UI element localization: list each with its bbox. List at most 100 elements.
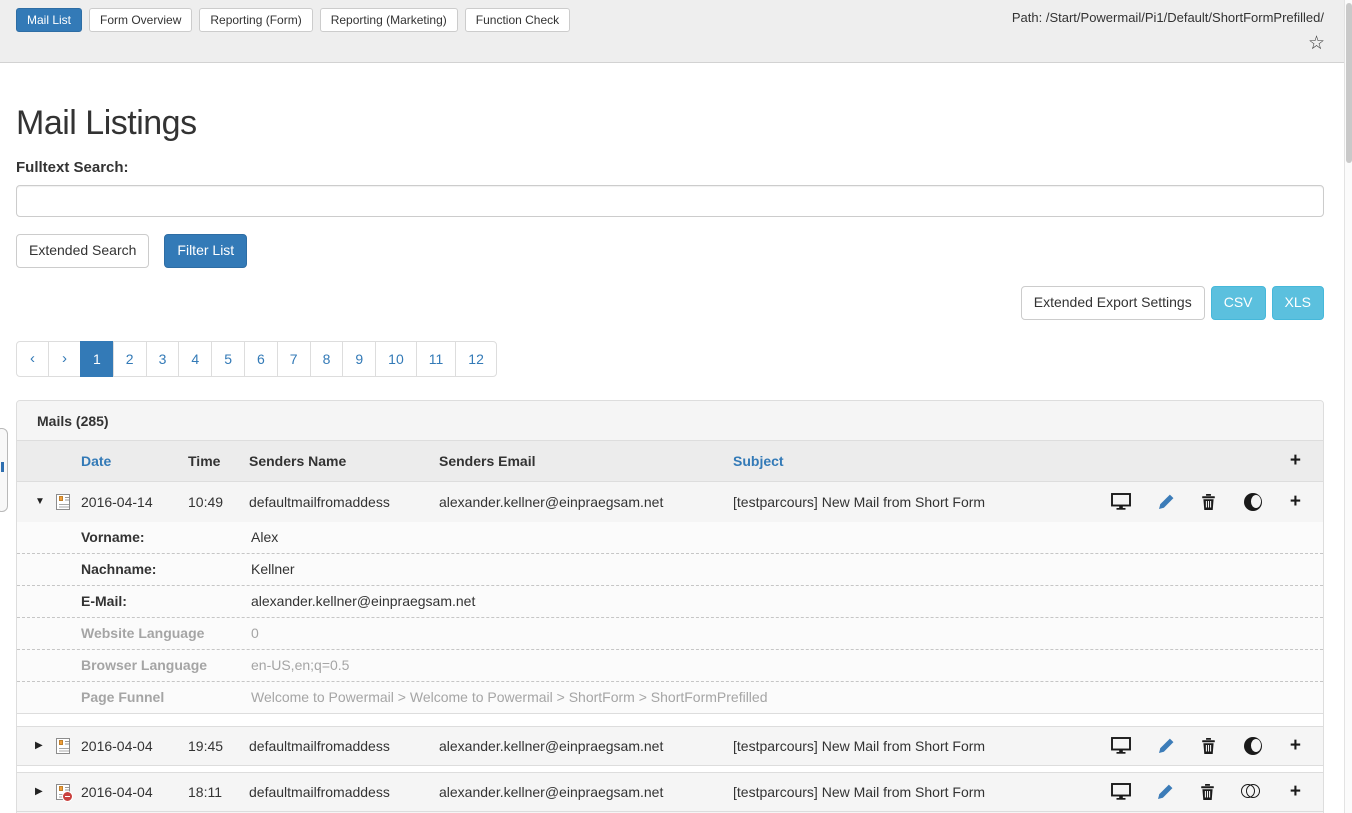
- delete-trash-icon[interactable]: [1201, 784, 1214, 800]
- pagination-page-12[interactable]: 12: [455, 341, 497, 377]
- add-to-export-icon[interactable]: +: [1290, 782, 1301, 801]
- mail-date: 2016-04-04: [81, 738, 188, 754]
- detail-value: en-US,en;q=0.5: [251, 657, 1323, 673]
- pagination: ‹ › 1 2 3 4 5 6 7 8 9 10 11 12: [16, 341, 497, 377]
- pagination-page-3[interactable]: 3: [146, 341, 180, 377]
- mail-sender-name: defaultmailfromaddess: [249, 784, 439, 800]
- export-buttons-row: Extended Export Settings CSV XLS: [16, 286, 1324, 320]
- tab-reporting-form[interactable]: Reporting (Form): [199, 8, 312, 32]
- pagination-page-5[interactable]: 5: [211, 341, 245, 377]
- detail-value: 0: [251, 625, 1323, 641]
- detail-row: Page Funnel Welcome to Powermail > Welco…: [17, 682, 1323, 714]
- mail-listings-content: Mail Listings Fulltext Search: Extended …: [0, 104, 1352, 813]
- mail-time: 19:45: [188, 738, 249, 754]
- pagination-page-9[interactable]: 9: [342, 341, 376, 377]
- mail-sender-email: alexander.kellner@einpraegsam.net: [439, 494, 733, 510]
- pagination-page-2[interactable]: 2: [113, 341, 147, 377]
- expand-row-icon[interactable]: ▶: [35, 740, 56, 751]
- pagination-page-10[interactable]: 10: [375, 341, 417, 377]
- fulltext-search-input[interactable]: [16, 185, 1324, 217]
- delete-trash-icon[interactable]: [1202, 738, 1215, 754]
- column-header-date[interactable]: Date: [81, 453, 188, 469]
- page-path: Path: /Start/Powermail/Pi1/Default/Short…: [1012, 10, 1324, 25]
- detail-value: alexander.kellner@einpraegsam.net: [251, 593, 1323, 609]
- table-row: ▼ 2016-04-14 10:49 defaultmailfromaddess…: [17, 482, 1323, 522]
- pagination-prev-icon[interactable]: ‹: [16, 341, 49, 377]
- pagetree-toggle-handle[interactable]: [0, 428, 8, 512]
- mails-panel-title: Mails (285): [17, 401, 1323, 441]
- mail-time: 10:49: [188, 494, 249, 510]
- mails-panel: Mails (285) Date Time Senders Name Sende…: [16, 400, 1324, 813]
- delete-trash-icon[interactable]: [1202, 494, 1215, 510]
- detail-value: Welcome to Powermail > Welcome to Powerm…: [251, 689, 1323, 705]
- visibility-toggle-icon[interactable]: [1244, 493, 1262, 511]
- vertical-scrollbar: [1344, 0, 1352, 813]
- tab-form-overview[interactable]: Form Overview: [89, 8, 192, 32]
- pagination-page-8[interactable]: 8: [310, 341, 344, 377]
- tab-reporting-marketing[interactable]: Reporting (Marketing): [320, 8, 458, 32]
- csv-export-button[interactable]: CSV: [1211, 286, 1266, 320]
- fulltext-search-label: Fulltext Search:: [16, 159, 1324, 176]
- hidden-overlay-icon: [62, 791, 73, 802]
- edit-pencil-icon[interactable]: [1159, 494, 1174, 509]
- mail-sender-email: alexander.kellner@einpraegsam.net: [439, 738, 733, 754]
- table-header-row: Date Time Senders Name Senders Email Sub…: [17, 441, 1323, 482]
- table-row: ▶ 2016-04-04 19:45 defaultmailfromaddess…: [17, 726, 1323, 766]
- module-topbar: Mail List Form Overview Reporting (Form)…: [0, 0, 1352, 63]
- edit-pencil-icon[interactable]: [1159, 738, 1174, 753]
- edit-pencil-icon[interactable]: [1158, 784, 1173, 799]
- tab-function-check[interactable]: Function Check: [465, 8, 570, 32]
- row-spacer: [17, 714, 1323, 726]
- mail-date: 2016-04-14: [81, 494, 188, 510]
- pagination-page-6[interactable]: 6: [244, 341, 278, 377]
- add-column-icon[interactable]: +: [1290, 451, 1301, 470]
- mail-date: 2016-04-04: [81, 784, 188, 800]
- add-to-export-icon[interactable]: +: [1290, 736, 1301, 755]
- add-to-export-icon[interactable]: +: [1290, 492, 1301, 511]
- detail-row: Website Language 0: [17, 618, 1323, 650]
- filter-list-button[interactable]: Filter List: [164, 234, 247, 268]
- xls-export-button[interactable]: XLS: [1272, 286, 1324, 320]
- pagination-page-4[interactable]: 4: [178, 341, 212, 377]
- detail-label: Browser Language: [81, 657, 251, 673]
- favorite-star-icon[interactable]: ☆: [1308, 34, 1325, 53]
- pagination-page-1[interactable]: 1: [80, 341, 114, 377]
- mail-subject: [testparcours] New Mail from Short Form: [733, 494, 1111, 510]
- visibility-toggle-icon[interactable]: [1244, 737, 1262, 755]
- preview-monitor-icon[interactable]: [1111, 493, 1131, 510]
- column-header-subject[interactable]: Subject: [733, 453, 1111, 469]
- detail-row: Nachname: Kellner: [17, 554, 1323, 586]
- preview-monitor-icon[interactable]: [1111, 783, 1131, 800]
- detail-row: Browser Language en-US,en;q=0.5: [17, 650, 1323, 682]
- mail-subject: [testparcours] New Mail from Short Form: [733, 738, 1111, 754]
- column-header-time: Time: [188, 453, 249, 469]
- mail-sender-email: alexander.kellner@einpraegsam.net: [439, 784, 733, 800]
- detail-row: Vorname: Alex: [17, 522, 1323, 554]
- row-actions: +: [1111, 492, 1323, 511]
- mail-record-icon: [56, 494, 70, 510]
- extended-search-button[interactable]: Extended Search: [16, 234, 149, 268]
- column-header-senders-name: Senders Name: [249, 453, 439, 469]
- pagination-next-icon[interactable]: ›: [48, 341, 81, 377]
- detail-value: Alex: [251, 529, 1323, 545]
- mail-detail-section: Vorname: Alex Nachname: Kellner E-Mail: …: [17, 522, 1323, 714]
- tab-mail-list[interactable]: Mail List: [16, 8, 82, 32]
- pagination-page-11[interactable]: 11: [416, 341, 457, 377]
- extended-export-settings-button[interactable]: Extended Export Settings: [1021, 286, 1205, 320]
- page-title: Mail Listings: [16, 104, 1324, 143]
- detail-label: E-Mail:: [81, 593, 251, 609]
- mail-record-icon: [56, 738, 70, 754]
- row-actions: +: [1111, 736, 1323, 755]
- scrollbar-thumb[interactable]: [1346, 3, 1352, 163]
- row-actions: +: [1111, 782, 1323, 801]
- detail-value: Kellner: [251, 561, 1323, 577]
- table-row: ▶ 2016-04-04 18:11 defaultmailfromaddess…: [17, 772, 1323, 812]
- visibility-toggle-off-icon[interactable]: [1241, 783, 1262, 800]
- collapse-row-icon[interactable]: ▼: [35, 496, 56, 507]
- mail-record-hidden-icon: [56, 784, 70, 800]
- mail-subject: [testparcours] New Mail from Short Form: [733, 784, 1111, 800]
- expand-row-icon[interactable]: ▶: [35, 786, 56, 797]
- mail-time: 18:11: [188, 784, 249, 800]
- preview-monitor-icon[interactable]: [1111, 737, 1131, 754]
- pagination-page-7[interactable]: 7: [277, 341, 311, 377]
